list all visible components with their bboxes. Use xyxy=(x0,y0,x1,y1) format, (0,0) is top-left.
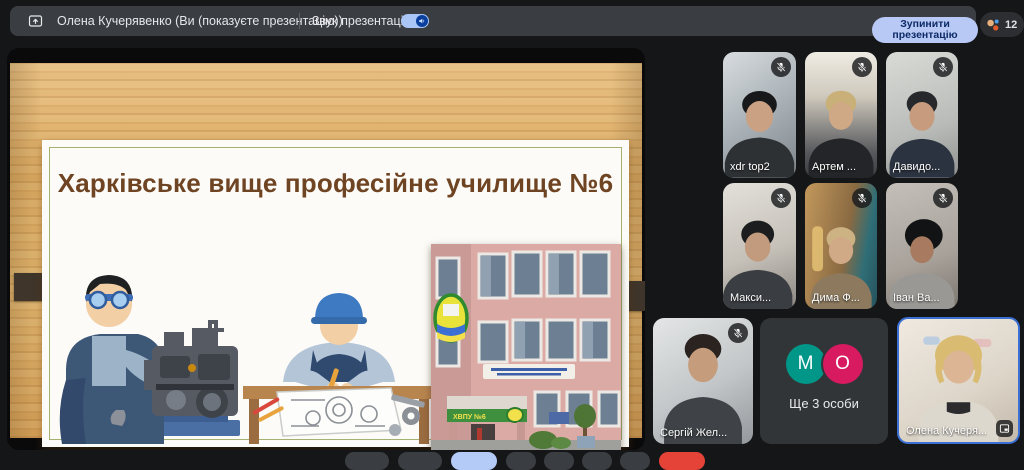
participant-name: Дима Ф... xyxy=(812,292,860,304)
school-building-photo: ХВПУ №6 xyxy=(431,244,621,450)
presentation-sound-toggle[interactable] xyxy=(401,14,429,28)
mic-muted-icon xyxy=(852,57,872,77)
present-screen-icon xyxy=(26,13,45,29)
avatar-m: M xyxy=(786,344,826,384)
participant-name: Давидо... xyxy=(893,161,940,173)
toolbar-button-stub[interactable] xyxy=(544,452,574,470)
svg-text:ХВПУ №6: ХВПУ №6 xyxy=(453,413,486,421)
leave-call-button-stub[interactable] xyxy=(659,452,705,470)
speaker-icon xyxy=(418,17,426,25)
toolbar-button-stub[interactable] xyxy=(506,452,536,470)
mechanic-illustration xyxy=(52,260,248,444)
participant-count: 12 xyxy=(1005,19,1017,31)
pip-icon xyxy=(999,423,1010,434)
participant-name: Іван Ва... xyxy=(893,292,940,304)
overflow-avatars: M O xyxy=(786,344,863,384)
mic-muted-icon xyxy=(933,57,953,77)
presentation-top-bar: Олена Кучерявенко (Ви (показуєте презент… xyxy=(10,6,976,36)
video-tile[interactable]: Артем ... xyxy=(805,52,877,178)
participant-name: Сергій Жел... xyxy=(660,427,727,439)
participant-name: Макси... xyxy=(730,292,771,304)
mic-muted-icon xyxy=(933,188,953,208)
video-tile[interactable]: Дима Ф... xyxy=(805,183,877,309)
draftsman-illustration xyxy=(243,286,435,444)
toolbar-button-stub[interactable] xyxy=(582,452,612,470)
presentation-sound-label: Звук презентації xyxy=(312,14,407,28)
participant-name: Артем ... xyxy=(812,161,856,173)
presentation-stage: Харківське вище професійне училище №6 xyxy=(7,48,645,450)
topbar-divider xyxy=(299,13,300,29)
video-tile[interactable]: Сергій Жел... xyxy=(653,318,753,444)
stop-presentation-button[interactable]: Зупинити презентацію xyxy=(872,17,978,43)
mic-muted-icon xyxy=(728,323,748,343)
toolbar-button-stub[interactable] xyxy=(620,452,650,470)
slide-title: Харківське вище професійне училище №6 xyxy=(42,168,629,199)
video-tile[interactable]: Іван Ва... xyxy=(886,183,958,309)
mic-muted-icon xyxy=(771,188,791,208)
participant-name: xdr top2 xyxy=(730,161,770,173)
video-tile[interactable]: Макси... xyxy=(723,183,796,309)
picture-in-picture-button[interactable] xyxy=(996,420,1013,437)
mic-muted-icon xyxy=(852,188,872,208)
participants-avatars-icon xyxy=(985,17,1001,33)
toolbar-button-stub[interactable] xyxy=(398,452,442,470)
overflow-participants-tile[interactable]: M O Ще 3 особи xyxy=(760,318,888,444)
video-tile[interactable]: Давидо... xyxy=(886,52,958,178)
video-tile[interactable]: xdr top2 xyxy=(723,52,796,178)
toggle-knob xyxy=(416,15,428,27)
video-tile-active-speaker[interactable]: Олена Кучеря... xyxy=(897,317,1020,444)
mic-muted-icon xyxy=(771,57,791,77)
avatar-o: O xyxy=(823,344,863,384)
overflow-count-label: Ще 3 особи xyxy=(789,396,859,411)
toolbar-active-button-stub[interactable] xyxy=(451,452,497,470)
participants-count-pill[interactable]: 12 xyxy=(980,12,1024,37)
toolbar-button-stub[interactable] xyxy=(345,452,389,470)
participant-name: Олена Кучеря... xyxy=(906,425,987,437)
